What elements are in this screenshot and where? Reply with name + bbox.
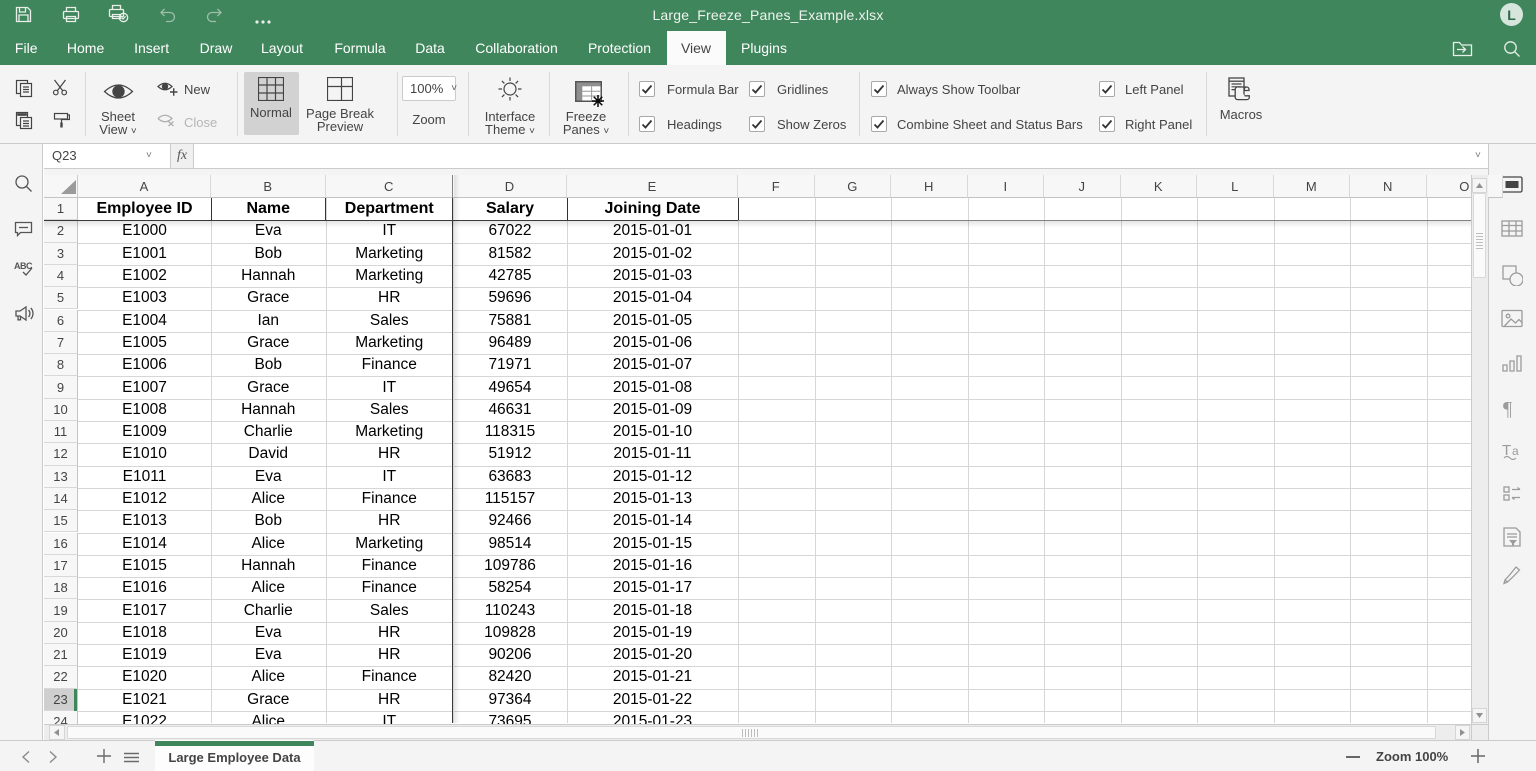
svg-text:a: a bbox=[1512, 444, 1519, 458]
svg-text:¶: ¶ bbox=[1503, 398, 1512, 419]
